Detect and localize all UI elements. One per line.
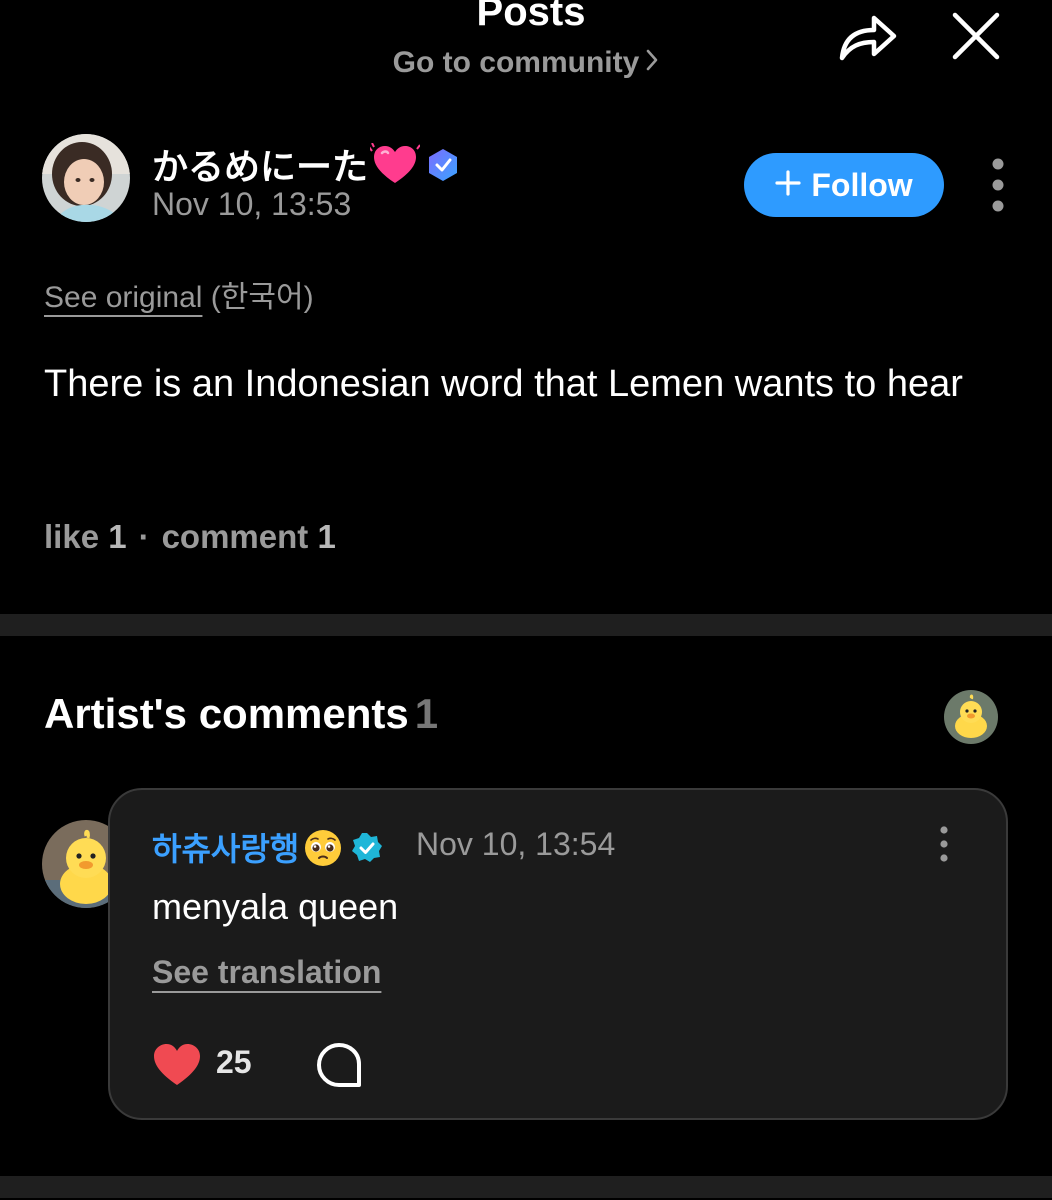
- heart-emoji-icon: [368, 142, 421, 196]
- chevron-right-icon: [645, 47, 659, 81]
- like-label[interactable]: like: [44, 518, 99, 555]
- comment-like-count: 25: [216, 1044, 252, 1080]
- see-translation-link[interactable]: See translation: [152, 954, 381, 991]
- original-language: (한국어): [210, 281, 314, 314]
- comment-count: 1: [317, 518, 336, 555]
- comment-text: menyala queen: [152, 886, 399, 927]
- heart-icon[interactable]: [152, 1042, 202, 1088]
- post-author-row: かるめにーた Nov 10, 13:53 Follow: [42, 134, 1022, 226]
- post-body: There is an Indonesian word that Lemen w…: [44, 363, 963, 405]
- author-avatar[interactable]: [42, 134, 130, 222]
- fan-badge-icon: [426, 147, 460, 192]
- more-options-icon[interactable]: [986, 158, 1010, 212]
- top-bar: Posts Go to community: [0, 0, 1052, 110]
- commenter-name[interactable]: 하츄사랑행: [152, 824, 383, 876]
- follow-label: Follow: [811, 166, 913, 203]
- pleading-face-emoji-icon: [303, 828, 343, 876]
- plus-icon: [775, 167, 801, 204]
- bottom-divider: [0, 1176, 1052, 1198]
- post-timestamp: Nov 10, 13:53: [152, 186, 352, 222]
- close-icon[interactable]: [950, 10, 1002, 62]
- comment-more-icon[interactable]: [934, 826, 954, 862]
- commenter-name-text: 하츄사랑행: [152, 831, 300, 867]
- see-original-row: See original (한국어): [44, 272, 314, 316]
- share-icon[interactable]: [836, 8, 900, 64]
- stats-separator: ·: [138, 518, 150, 555]
- post-stats: like 1 · comment 1: [44, 518, 336, 556]
- verified-artist-badge-icon: [351, 832, 383, 872]
- artist-avatar-small[interactable]: [944, 690, 998, 744]
- community-link-label: Go to community: [392, 46, 640, 79]
- artist-comments-title: Artist's comments: [44, 690, 409, 737]
- section-divider: [0, 614, 1052, 636]
- comment-timestamp: Nov 10, 13:54: [416, 826, 616, 862]
- follow-button[interactable]: Follow: [744, 153, 944, 217]
- see-original-link[interactable]: See original: [44, 281, 202, 314]
- artist-comments-header: Artist's comments 1: [44, 690, 438, 738]
- comment-label[interactable]: comment: [162, 518, 309, 555]
- artist-comments-count: 1: [414, 690, 439, 737]
- like-count: 1: [108, 518, 127, 555]
- author-name-text: かるめにーた: [152, 146, 369, 187]
- reply-bubble-icon[interactable]: [316, 1042, 362, 1088]
- artist-comment-card: 하츄사랑행 Nov 10, 13:54 menyala queen See tr…: [108, 788, 1008, 1120]
